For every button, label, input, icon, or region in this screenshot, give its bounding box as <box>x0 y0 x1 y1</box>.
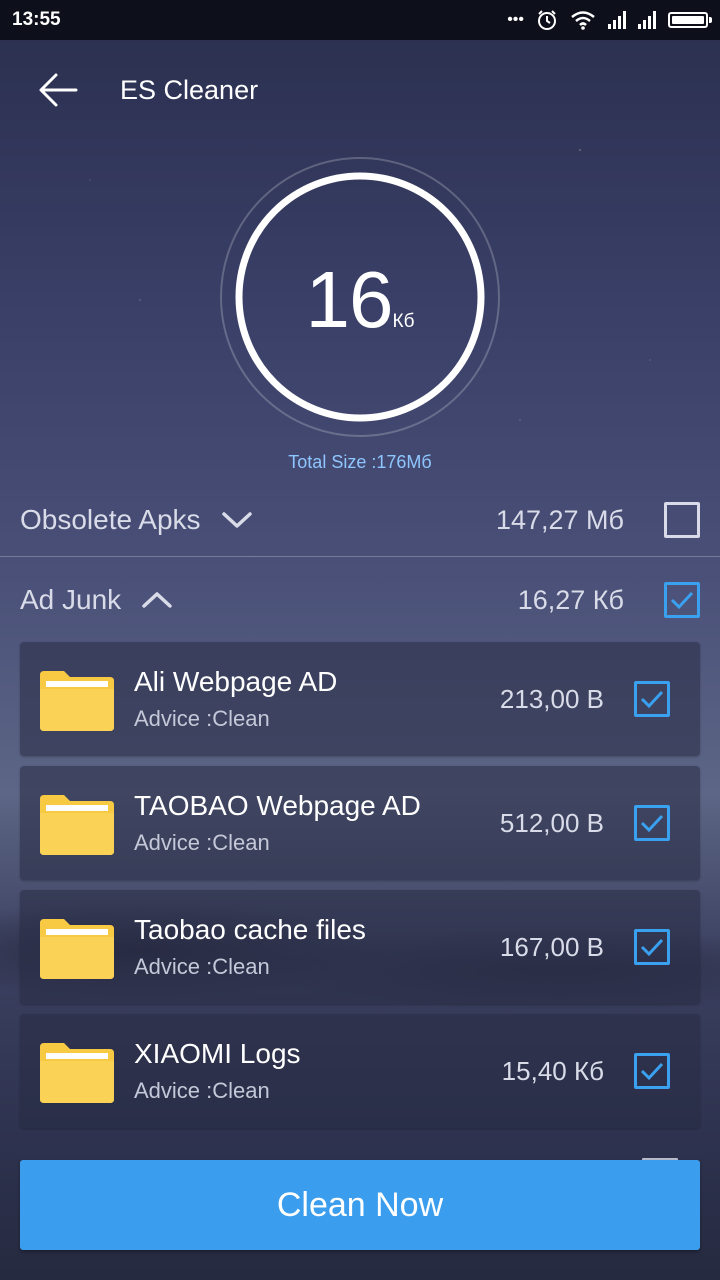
item-title: XIAOMI Logs <box>134 1038 301 1069</box>
item-text: XIAOMI Logs Advice :Clean <box>134 1038 301 1104</box>
item-checkbox[interactable] <box>634 805 670 841</box>
item-advice: Advice :Clean <box>134 830 270 855</box>
item-checkbox[interactable] <box>634 681 670 717</box>
check-icon <box>670 591 694 610</box>
category-name: Obsolete Apks <box>20 504 201 535</box>
item-size: 512,00 B <box>499 807 604 838</box>
category-size: 16,27 Кб <box>517 584 624 615</box>
chevron-up-icon[interactable] <box>141 590 173 610</box>
ad-junk-checkbox[interactable] <box>664 582 700 618</box>
category-obsolete-apks[interactable]: Obsolete Apks 147,27 Мб <box>0 482 720 558</box>
signal-icon-2 <box>638 11 656 29</box>
category-name: Ad Junk <box>20 584 122 615</box>
signal-icon <box>608 11 626 29</box>
check-icon <box>640 814 664 833</box>
check-icon <box>640 1062 664 1081</box>
back-button[interactable] <box>28 60 88 120</box>
size-gauge: 16Кб <box>219 156 501 438</box>
item-title: Taobao cache files <box>134 914 366 945</box>
obsolete-apks-checkbox[interactable] <box>664 502 700 538</box>
item-title: Ali Webpage AD <box>134 666 338 697</box>
battery-icon <box>668 12 712 28</box>
gauge-value: 16Кб <box>219 254 501 346</box>
category-divider <box>0 556 720 557</box>
junk-size-value: 16 <box>305 255 394 344</box>
app-title: ES Cleaner <box>120 74 259 105</box>
item-checkbox[interactable] <box>634 929 670 965</box>
item-size: 213,00 B <box>499 683 604 714</box>
status-bar: 13:55 ••• <box>0 0 720 40</box>
alarm-icon <box>538 10 556 30</box>
item-checkbox[interactable] <box>634 1053 670 1089</box>
list-item[interactable]: XIAOMI Logs Advice :Clean 15,40 Кб <box>20 1014 700 1128</box>
wifi-icon <box>571 11 595 30</box>
arrow-left-icon <box>39 73 78 107</box>
chevron-down-icon[interactable] <box>221 510 253 530</box>
item-advice: Advice :Clean <box>134 954 270 979</box>
item-advice: Advice :Clean <box>134 706 270 731</box>
total-size-label: Total Size :176Мб <box>288 452 432 472</box>
clean-now-button[interactable]: Clean Now <box>20 1160 700 1250</box>
status-time: 13:55 <box>12 9 61 30</box>
check-icon <box>640 938 664 957</box>
item-text: Taobao cache files Advice :Clean <box>134 914 366 980</box>
folder-icon <box>40 1043 114 1103</box>
item-advice: Advice :Clean <box>134 1078 270 1103</box>
app-bar: ES Cleaner <box>0 40 720 140</box>
list-item[interactable]: Taobao cache files Advice :Clean 167,00 … <box>20 890 700 1004</box>
item-size: 167,00 B <box>499 931 604 962</box>
item-size: 15,40 Кб <box>501 1055 604 1086</box>
item-text: TAOBAO Webpage AD Advice :Clean <box>134 790 421 856</box>
check-icon <box>640 690 664 709</box>
category-size: 147,27 Мб <box>495 504 624 535</box>
list-item[interactable]: Ali Webpage AD Advice :Clean 213,00 B <box>20 642 700 756</box>
list-item[interactable]: TAOBAO Webpage AD Advice :Clean 512,00 B <box>20 766 700 880</box>
folder-icon <box>40 919 114 979</box>
item-title: TAOBAO Webpage AD <box>134 790 421 821</box>
more-dots-icon: ••• <box>507 11 524 28</box>
status-icons: ••• <box>507 9 712 31</box>
folder-icon <box>40 795 114 855</box>
folder-icon <box>40 671 114 731</box>
category-ad-junk[interactable]: Ad Junk 16,27 Кб <box>0 562 720 638</box>
item-text: Ali Webpage AD Advice :Clean <box>134 666 337 732</box>
junk-size-unit: Кб <box>392 311 415 332</box>
